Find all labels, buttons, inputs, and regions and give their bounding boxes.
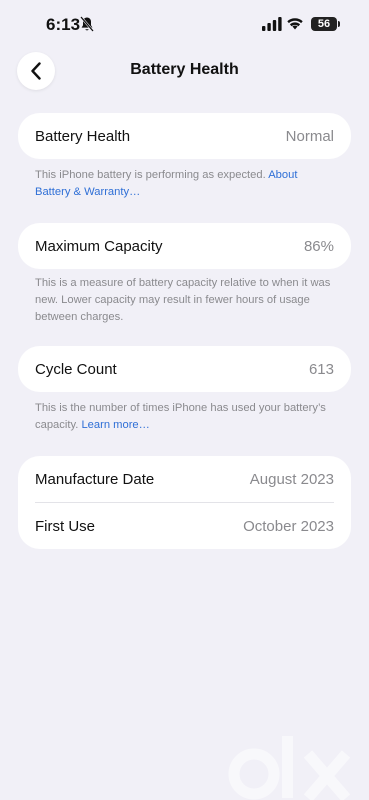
maximum-capacity-card: Maximum Capacity 86% — [18, 223, 351, 269]
cellular-signal-icon — [262, 17, 282, 31]
maximum-capacity-footnote: This is a measure of battery capacity re… — [35, 277, 331, 323]
battery-health-footnote-text: This iPhone battery is performing as exp… — [35, 169, 266, 181]
maximum-capacity-label: Maximum Capacity — [35, 237, 163, 255]
learn-more-link[interactable]: Learn more… — [81, 419, 149, 431]
status-time: 6:13 — [46, 15, 81, 34]
first-use-row: First Use October 2023 — [18, 503, 351, 549]
battery-health-card: Battery Health Normal — [18, 113, 351, 159]
maximum-capacity-row: Maximum Capacity 86% — [18, 223, 351, 269]
cycle-count-row: Cycle Count 613 — [18, 346, 351, 392]
cycle-count-footnote: This is the number of times iPhone has u… — [35, 400, 335, 434]
status-bar: 6:13 56 — [0, 0, 369, 48]
navigation-bar: Battery Health — [0, 48, 369, 92]
dates-card: Manufacture Date August 2023 First Use O… — [18, 456, 351, 549]
olx-watermark-logo — [228, 736, 351, 800]
maximum-capacity-value: 86% — [303, 237, 334, 255]
first-use-value: October 2023 — [243, 517, 334, 535]
cycle-count-footnote-text: This is the number of times iPhone has u… — [35, 402, 326, 431]
cycle-count-value: 613 — [308, 360, 334, 378]
page-title: Battery Health — [130, 61, 239, 78]
first-use-label: First Use — [35, 517, 95, 535]
battery-health-value: Normal — [285, 127, 334, 145]
battery-health-footnote: This iPhone battery is performing as exp… — [35, 167, 335, 201]
manufacture-date-label: Manufacture Date — [35, 470, 155, 488]
battery-icon: 56 — [311, 17, 340, 31]
manufacture-date-value: August 2023 — [249, 470, 334, 488]
battery-health-label: Battery Health — [35, 127, 131, 145]
bell-slash-icon — [80, 16, 94, 32]
cycle-count-label: Cycle Count — [35, 360, 117, 378]
battery-health-row: Battery Health Normal — [18, 113, 351, 159]
cycle-count-card: Cycle Count 613 — [18, 346, 351, 392]
manufacture-date-row: Manufacture Date August 2023 — [18, 456, 351, 502]
wifi-icon — [287, 18, 303, 30]
battery-level: 56 — [317, 18, 331, 30]
